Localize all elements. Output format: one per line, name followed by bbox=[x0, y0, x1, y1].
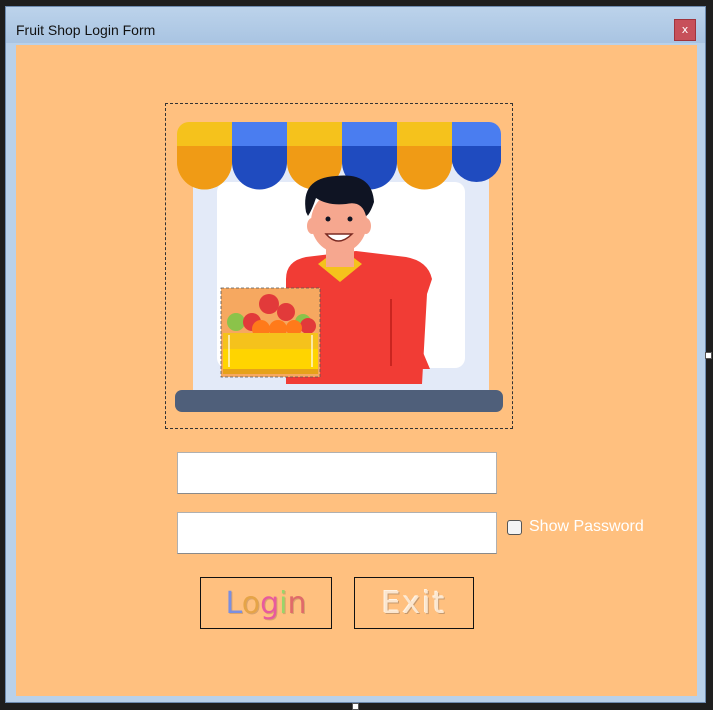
resize-handle-right[interactable] bbox=[705, 352, 712, 359]
login-button[interactable]: Login bbox=[200, 577, 332, 629]
login-window: Fruit Shop Login Form x Show Password Lo… bbox=[5, 6, 706, 703]
exit-button-label: Exit bbox=[381, 585, 447, 621]
password-input[interactable] bbox=[177, 512, 497, 554]
form-client-area: Show Password Login Exit bbox=[16, 45, 697, 696]
show-password-checkbox[interactable] bbox=[507, 519, 522, 535]
exit-button[interactable]: Exit bbox=[354, 577, 474, 629]
close-button[interactable]: x bbox=[674, 19, 696, 41]
shop-counter bbox=[175, 390, 503, 412]
login-button-label: Login bbox=[226, 586, 307, 621]
resize-handle-bottom[interactable] bbox=[352, 703, 359, 710]
screen-frame: Fruit Shop Login Form x Show Password Lo… bbox=[0, 0, 713, 710]
shopkeeper-illustration bbox=[175, 122, 503, 412]
show-password-label: Show Password bbox=[529, 518, 644, 535]
fruit-crate bbox=[220, 287, 321, 378]
login-letter: L bbox=[225, 585, 242, 621]
shop-picture-box bbox=[165, 103, 513, 429]
window-title: Fruit Shop Login Form bbox=[16, 22, 156, 38]
login-letter: n bbox=[287, 585, 307, 621]
username-input[interactable] bbox=[177, 452, 497, 494]
login-letter: o bbox=[241, 585, 261, 621]
title-bar[interactable]: Fruit Shop Login Form x bbox=[6, 7, 705, 43]
show-password-toggle[interactable]: Show Password bbox=[507, 516, 644, 538]
login-letter: g bbox=[260, 585, 280, 621]
